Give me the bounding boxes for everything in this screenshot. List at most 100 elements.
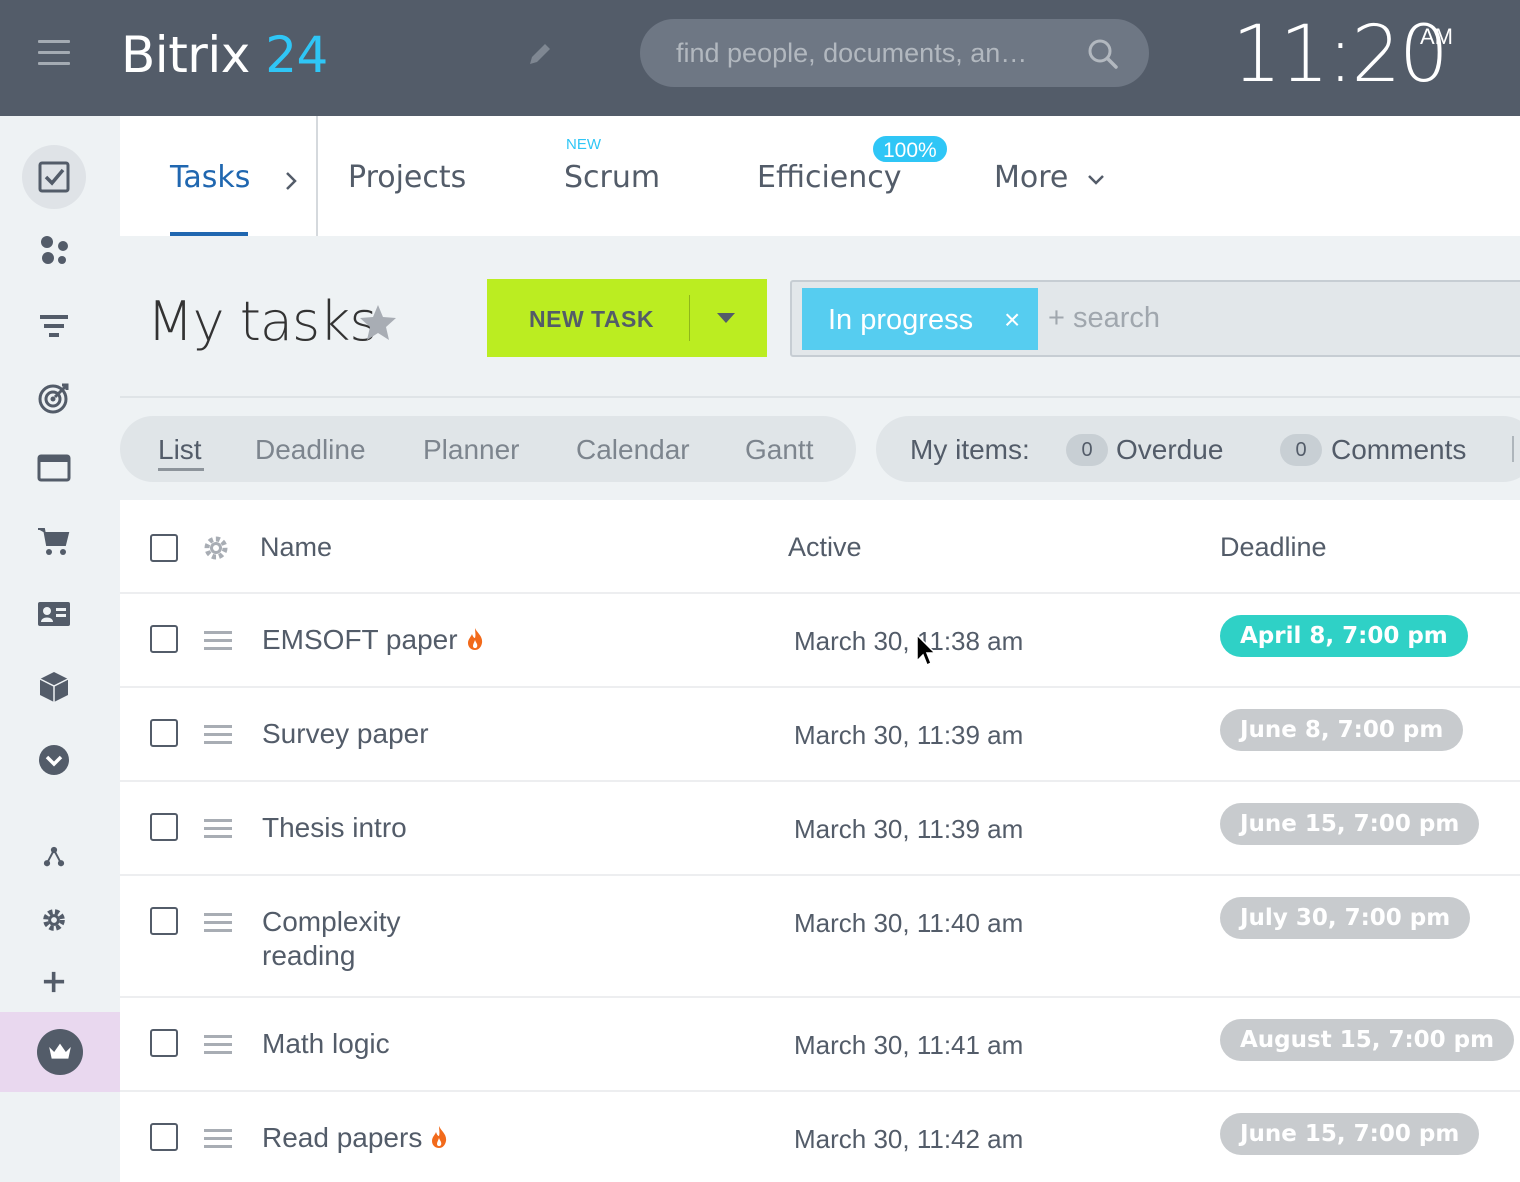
tab-projects[interactable]: Projects [348, 160, 466, 195]
crown-icon [49, 1043, 71, 1059]
pencil-icon[interactable] [524, 38, 556, 70]
flow-icon [43, 846, 65, 867]
sidebar-item-funnel[interactable] [22, 294, 86, 358]
row-checkbox[interactable] [150, 1029, 178, 1057]
tab-more[interactable]: More [994, 160, 1068, 195]
task-name[interactable]: Math logic [262, 1027, 390, 1061]
table-row[interactable]: Read papers March 30, 11:42 am June 15, … [120, 1092, 1520, 1182]
column-deadline[interactable]: Deadline [1220, 532, 1327, 563]
top-header: Bitrix 24 11:20 AM [0, 0, 1520, 116]
close-icon[interactable]: × [1004, 304, 1020, 336]
search-icon[interactable] [1086, 37, 1120, 71]
table-row[interactable]: Thesis intro March 30, 11:39 am June 15,… [120, 782, 1520, 876]
divider [120, 396, 1520, 398]
sidebar-item-shop[interactable] [22, 509, 86, 573]
row-checkbox[interactable] [150, 1123, 178, 1151]
comments-label[interactable]: Comments [1331, 434, 1466, 466]
task-name[interactable]: Read papers [262, 1121, 448, 1155]
filter-search-input[interactable] [1048, 300, 1468, 336]
deadline-badge[interactable]: June 15, 7:00 pm [1220, 1113, 1480, 1155]
view-calendar[interactable]: Calendar [576, 434, 690, 466]
column-name[interactable]: Name [260, 532, 332, 563]
chevron-down-icon[interactable] [1086, 173, 1106, 187]
filter-chip-in-progress[interactable]: In progress × [802, 288, 1038, 350]
sidebar-item-inventory[interactable] [22, 655, 86, 719]
tab-tasks[interactable]: Tasks [170, 160, 250, 195]
tab-efficiency[interactable]: Efficiency [757, 160, 902, 195]
deadline-badge[interactable]: June 8, 7:00 pm [1220, 709, 1464, 751]
deadline-badge[interactable]: April 8, 7:00 pm [1220, 615, 1468, 657]
top-nav-tabs: Tasks Projects NEW Scrum Efficiency 100%… [120, 116, 1520, 236]
table-row[interactable]: Survey paper March 30, 11:39 am June 8, … [120, 688, 1520, 782]
active-date: March 30, 11:38 am [794, 626, 1024, 656]
bitrix24-logo[interactable]: Bitrix 24 [121, 26, 328, 84]
task-name[interactable]: EMSOFT paper [262, 623, 484, 657]
view-deadline[interactable]: Deadline [255, 434, 366, 466]
expand-more-icon [39, 745, 69, 775]
filter-search-box: In progress × [790, 280, 1520, 357]
add-icon [43, 971, 65, 993]
sidebar-item-more[interactable] [22, 728, 86, 792]
sidebar-item-contacts[interactable] [22, 582, 86, 646]
caret-down-icon[interactable] [717, 313, 735, 323]
select-all-checkbox[interactable] [150, 534, 178, 562]
table-row[interactable]: EMSOFT paper March 30, 11:38 am April 8,… [120, 594, 1520, 688]
deadline-badge[interactable]: June 15, 7:00 pm [1220, 803, 1480, 845]
deadline-badge[interactable]: August 15, 7:00 pm [1220, 1019, 1515, 1061]
sidebar-item-add[interactable] [22, 950, 86, 1014]
drag-handle-icon[interactable] [204, 1035, 232, 1055]
view-list[interactable]: List [158, 434, 202, 466]
menu-icon[interactable] [38, 40, 70, 68]
funnel-icon [40, 315, 68, 337]
cart-icon [38, 528, 70, 555]
sites-icon [37, 454, 71, 482]
global-search-input[interactable] [676, 35, 1056, 71]
new-task-separator [689, 295, 690, 341]
star-icon[interactable] [358, 302, 398, 342]
task-name-text: Thesis intro [262, 812, 407, 843]
contact-card-icon [38, 602, 70, 626]
sidebar-item-plan[interactable] [0, 1012, 120, 1092]
column-active[interactable]: Active [788, 532, 862, 563]
chevron-right-icon[interactable] [284, 170, 298, 192]
drag-handle-icon[interactable] [204, 725, 232, 745]
view-switcher: List Deadline Planner Calendar Gantt [120, 416, 856, 482]
sidebar-item-tasks[interactable] [22, 145, 86, 209]
tab-scrum[interactable]: Scrum [564, 160, 660, 195]
logo-number: 24 [265, 26, 328, 84]
view-planner[interactable]: Planner [423, 434, 520, 466]
sidebar-item-flow[interactable] [22, 825, 86, 889]
fire-icon [432, 1126, 447, 1148]
sidebar-item-groups[interactable] [22, 218, 86, 282]
row-checkbox[interactable] [150, 813, 178, 841]
new-task-button[interactable]: NEW TASK [487, 279, 767, 357]
drag-handle-icon[interactable] [204, 913, 232, 933]
active-view-underline [158, 468, 204, 471]
gear-icon[interactable] [202, 534, 230, 562]
drag-handle-icon[interactable] [204, 1129, 232, 1149]
drag-handle-icon[interactable] [204, 819, 232, 839]
table-row[interactable]: Math logic March 30, 11:41 am August 15,… [120, 998, 1520, 1092]
comments-count[interactable]: 0 [1280, 434, 1322, 466]
row-checkbox[interactable] [150, 625, 178, 653]
task-name[interactable]: Thesis intro [262, 811, 407, 845]
sidebar-item-sites[interactable] [22, 436, 86, 500]
table-row[interactable]: Complexity reading March 30, 11:40 am Jul… [120, 876, 1520, 998]
view-gantt[interactable]: Gantt [745, 434, 813, 466]
row-checkbox[interactable] [150, 719, 178, 747]
task-name[interactable]: Survey paper [262, 717, 429, 751]
row-checkbox[interactable] [150, 907, 178, 935]
fire-icon [467, 628, 482, 650]
overdue-count[interactable]: 0 [1066, 434, 1108, 466]
sidebar-item-settings[interactable] [22, 888, 86, 952]
clock-time[interactable]: 11:20 [1232, 10, 1449, 100]
deadline-badge[interactable]: July 30, 7:00 pm [1220, 897, 1471, 939]
overdue-label[interactable]: Overdue [1116, 434, 1223, 466]
task-name[interactable]: Complexity reading [262, 905, 400, 973]
drag-handle-icon[interactable] [204, 631, 232, 651]
sidebar-item-goals[interactable] [22, 366, 86, 430]
tasks-grid: Name Active Deadline EMSOFT paper March … [120, 500, 1520, 1182]
task-name-text: Read papers [262, 1122, 423, 1153]
box-icon [39, 672, 69, 702]
groups-icon [41, 236, 68, 264]
